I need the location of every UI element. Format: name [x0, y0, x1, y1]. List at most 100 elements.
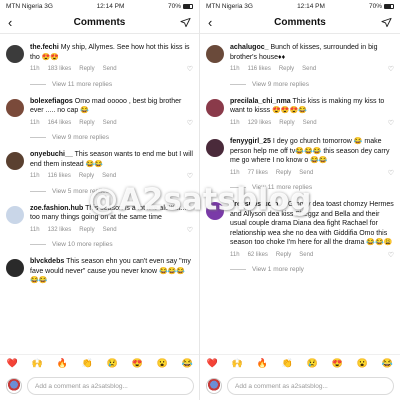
- comment-username[interactable]: the.fechi: [30, 44, 59, 51]
- comment-time: 11h: [30, 119, 40, 126]
- raised-hands-emoji-button[interactable]: 🙌: [32, 358, 43, 369]
- view-more-replies[interactable]: View 11 more replies: [230, 184, 394, 191]
- comment-input[interactable]: Add a comment as a2satsblog...: [227, 377, 394, 395]
- fire-emoji-button[interactable]: 🔥: [257, 358, 268, 369]
- comment-likes[interactable]: 77 likes: [248, 169, 268, 179]
- comment-likes[interactable]: 183 likes: [48, 65, 72, 75]
- reply-button[interactable]: Reply: [79, 65, 94, 75]
- send-button[interactable]: Send: [302, 65, 316, 75]
- share-icon[interactable]: [378, 17, 392, 28]
- battery-indicator: 70%: [369, 3, 394, 10]
- comment-list: achalugoc_ Bunch of kisses, surrounded i…: [200, 43, 400, 273]
- send-button[interactable]: Send: [299, 169, 313, 179]
- reply-button[interactable]: Reply: [279, 119, 294, 129]
- like-heart-icon[interactable]: ♡: [388, 251, 394, 261]
- back-arrow-icon[interactable]: ‹: [208, 16, 222, 29]
- emoji-reaction-bar: ❤️ 🙌 🔥 👏 😢 😍 😮 😂: [200, 354, 400, 372]
- clap-emoji-button[interactable]: 👏: [82, 358, 93, 369]
- avatar[interactable]: [6, 98, 24, 117]
- surprised-emoji-button[interactable]: 😮: [157, 358, 168, 369]
- heart-eyes-emoji-button[interactable]: 😍: [332, 358, 343, 369]
- comment-likes[interactable]: 129 likes: [248, 119, 272, 129]
- surprised-emoji-button[interactable]: 😮: [357, 358, 368, 369]
- back-arrow-icon[interactable]: ‹: [8, 16, 22, 29]
- battery-icon: [183, 3, 193, 9]
- send-button[interactable]: Send: [103, 65, 117, 75]
- battery-icon: [384, 3, 394, 9]
- comment-list: the.fechi My ship, Allymes. See how hot …: [0, 43, 199, 286]
- crying-emoji-button[interactable]: 😢: [107, 358, 118, 369]
- like-heart-icon[interactable]: ♡: [187, 65, 193, 75]
- status-bar: MTN Nigeria 3G 12:14 PM 70%: [200, 0, 400, 12]
- send-button[interactable]: Send: [103, 119, 117, 129]
- comment-time: 11h: [30, 66, 40, 72]
- comment-input[interactable]: Add a comment as a2satsblog...: [27, 377, 194, 395]
- comment: dressupstudio__ Groovy dea toast chomzy …: [206, 200, 394, 260]
- comments-header: ‹ Comments: [200, 12, 400, 34]
- like-heart-icon[interactable]: ♡: [187, 172, 193, 182]
- comments-header: ‹ Comments: [0, 12, 199, 34]
- comment-username[interactable]: onyebuchi__: [30, 151, 73, 158]
- avatar[interactable]: [6, 45, 24, 63]
- heart-emoji-button[interactable]: ❤️: [7, 358, 18, 369]
- comment-time: 11h: [30, 173, 40, 179]
- comment-likes[interactable]: 132 likes: [48, 226, 72, 236]
- like-heart-icon[interactable]: ♡: [388, 119, 394, 129]
- comment-time: 11h: [30, 226, 40, 233]
- carrier-label: MTN Nigeria 3G: [206, 2, 253, 10]
- like-heart-icon[interactable]: ♡: [388, 65, 394, 75]
- comment-username[interactable]: fenyygirl_25: [230, 138, 271, 145]
- avatar[interactable]: [6, 205, 24, 224]
- avatar[interactable]: [6, 152, 24, 170]
- reply-button[interactable]: Reply: [279, 65, 294, 75]
- avatar[interactable]: [206, 45, 224, 63]
- crying-emoji-button[interactable]: 😢: [307, 358, 318, 369]
- like-heart-icon[interactable]: ♡: [388, 169, 394, 179]
- reply-button[interactable]: Reply: [276, 169, 291, 179]
- battery-indicator: 70%: [168, 3, 193, 10]
- view-more-replies[interactable]: View 11 more replies: [30, 81, 193, 88]
- comment-likes[interactable]: 116 likes: [48, 172, 71, 182]
- heart-emoji-button[interactable]: ❤️: [207, 358, 218, 369]
- avatar[interactable]: [6, 259, 24, 277]
- reply-button[interactable]: Reply: [79, 226, 94, 236]
- reply-button[interactable]: Reply: [276, 251, 291, 261]
- comment-username[interactable]: precilala_chi_nma: [230, 98, 291, 105]
- avatar[interactable]: [206, 139, 224, 157]
- view-more-replies[interactable]: View 5 more replies: [30, 188, 193, 195]
- view-more-replies[interactable]: View 10 more replies: [30, 241, 193, 248]
- send-button[interactable]: Send: [299, 251, 313, 261]
- view-more-replies[interactable]: View 9 more replies: [30, 134, 193, 141]
- view-more-replies[interactable]: View 1 more reply: [230, 266, 394, 273]
- comment-username[interactable]: bolexefiagos: [30, 98, 73, 105]
- comment-likes[interactable]: 116 likes: [248, 65, 271, 75]
- heart-eyes-emoji-button[interactable]: 😍: [132, 358, 143, 369]
- avatar[interactable]: [206, 202, 224, 220]
- comment-time: 11h: [230, 169, 240, 176]
- reply-button[interactable]: Reply: [79, 172, 94, 182]
- laughing-emoji-button[interactable]: 😂: [382, 358, 393, 369]
- laughing-emoji-button[interactable]: 😂: [182, 358, 193, 369]
- comment-username[interactable]: achalugoc_: [230, 44, 269, 51]
- avatar[interactable]: [206, 98, 224, 117]
- comments-screen-left: MTN Nigeria 3G 12:14 PM 70% ‹ Comments t…: [0, 0, 200, 400]
- fire-emoji-button[interactable]: 🔥: [57, 358, 68, 369]
- comment-username[interactable]: dressupstudio__: [230, 201, 286, 208]
- send-button[interactable]: Send: [103, 226, 117, 236]
- like-heart-icon[interactable]: ♡: [187, 226, 193, 236]
- clap-emoji-button[interactable]: 👏: [282, 358, 293, 369]
- reply-button[interactable]: Reply: [79, 119, 94, 129]
- raised-hands-emoji-button[interactable]: 🙌: [232, 358, 243, 369]
- send-button[interactable]: Send: [102, 172, 116, 182]
- send-button[interactable]: Send: [303, 119, 317, 129]
- share-icon[interactable]: [177, 17, 191, 28]
- like-heart-icon[interactable]: ♡: [187, 119, 193, 129]
- clock: 12:14 PM: [96, 2, 125, 10]
- comment-username[interactable]: zoe.fashion.hub: [30, 205, 83, 212]
- page-title: Comments: [73, 17, 126, 28]
- view-more-replies[interactable]: View 9 more replies: [230, 81, 394, 88]
- comment-likes[interactable]: 62 likes: [248, 251, 268, 261]
- comment-likes[interactable]: 164 likes: [48, 119, 72, 129]
- comment-username[interactable]: blvckdebs: [30, 258, 64, 265]
- comment: the.fechi My ship, Allymes. See how hot …: [6, 43, 193, 75]
